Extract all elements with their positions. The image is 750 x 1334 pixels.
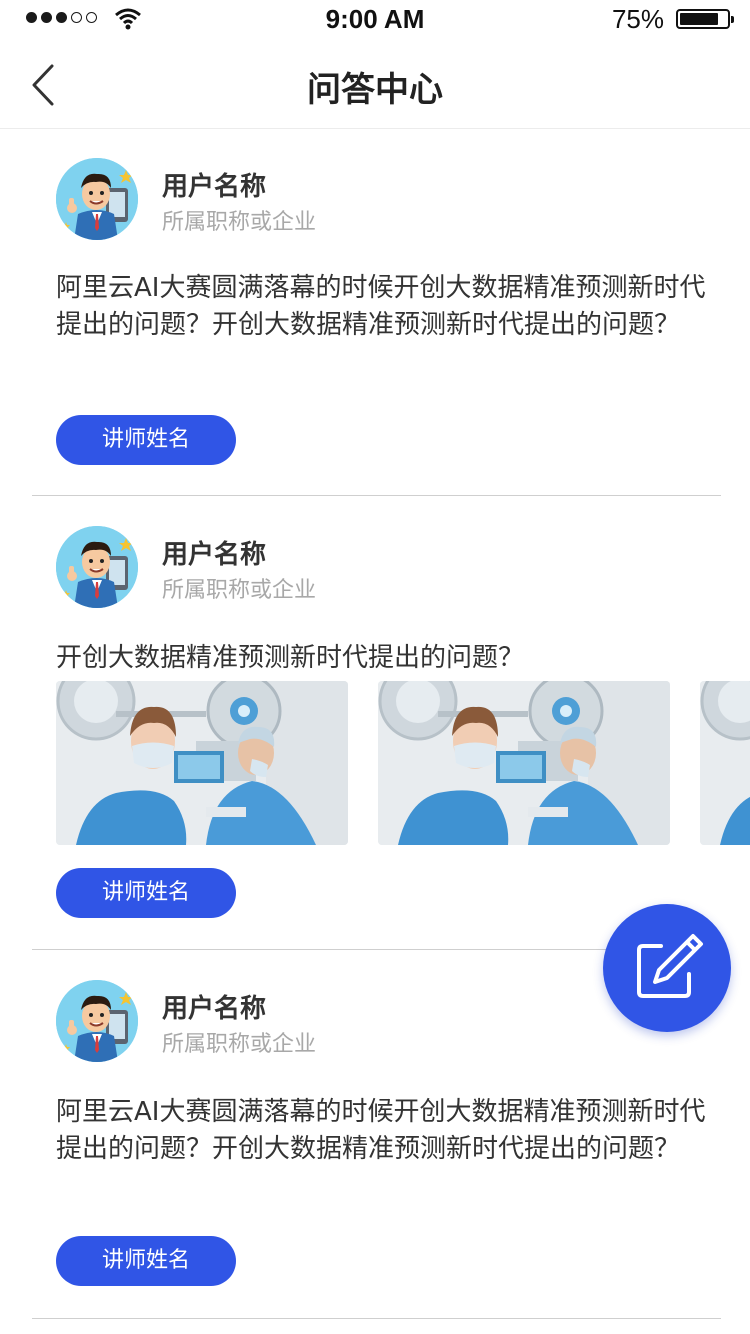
avatar[interactable]	[56, 158, 138, 240]
user-name: 用户名称	[162, 172, 267, 202]
user-name: 用户名称	[162, 540, 267, 570]
nav-bar: 问答中心	[0, 40, 750, 129]
user-title: 所属职称或企业	[162, 578, 317, 603]
status-bar: 9:00 AM 75%	[0, 0, 750, 40]
user-name: 用户名称	[162, 994, 267, 1024]
question-image[interactable]	[56, 681, 348, 845]
question-text[interactable]: 阿里云AI大赛圆满落幕的时候开创大数据精准预测新时代提出的问题？开创大数据精准预…	[56, 1094, 706, 1168]
battery-icon	[676, 9, 734, 29]
user-title: 所属职称或企业	[162, 1032, 317, 1057]
question-image[interactable]	[700, 681, 750, 845]
user-title: 所属职称或企业	[162, 210, 317, 235]
teacher-name-button[interactable]: 讲师姓名	[56, 1236, 236, 1286]
image-gallery	[56, 681, 750, 846]
question-card[interactable]: 用户名称 所属职称或企业 开创大数据精准预测新时代提出的问题？ 讲师姓名	[32, 496, 750, 950]
question-text[interactable]: 开创大数据精准预测新时代提出的问题？	[56, 640, 706, 677]
question-image[interactable]	[378, 681, 670, 845]
avatar[interactable]	[56, 526, 138, 608]
edit-icon	[637, 934, 703, 998]
question-card[interactable]: 用户名称 所属职称或企业 阿里云AI大赛圆满落幕的时候开创大数据精准预测新时代提…	[32, 130, 721, 496]
compose-question-button[interactable]	[603, 904, 731, 1032]
page-title: 问答中心	[307, 70, 443, 110]
teacher-name-button[interactable]: 讲师姓名	[56, 415, 236, 465]
battery-percentage: 75%	[611, 4, 664, 34]
avatar[interactable]	[56, 980, 138, 1062]
teacher-name-button[interactable]: 讲师姓名	[56, 868, 236, 918]
question-text[interactable]: 阿里云AI大赛圆满落幕的时候开创大数据精准预测新时代提出的问题？开创大数据精准预…	[56, 270, 706, 344]
